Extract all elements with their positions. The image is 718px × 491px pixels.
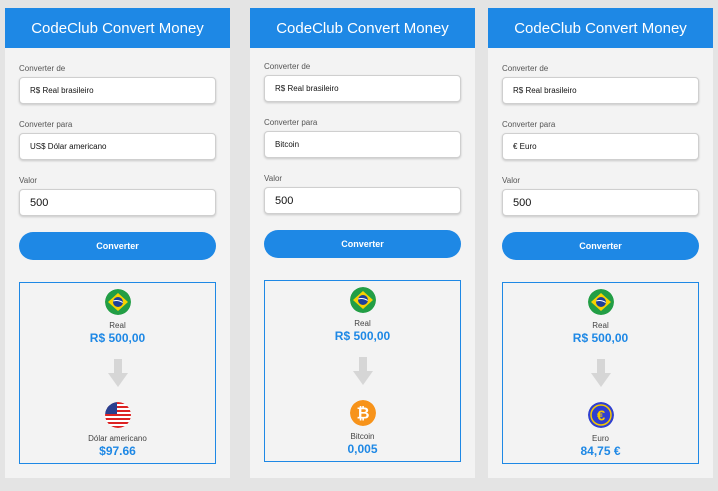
brazil-flag-icon	[587, 289, 614, 315]
convert-button[interactable]: Converter	[502, 232, 699, 260]
converter-panel-euro: CodeClub Convert Money Converter de R$ R…	[488, 8, 713, 478]
target-currency-name: Euro	[592, 434, 609, 443]
arrow-down-icon	[352, 357, 373, 390]
from-currency-select[interactable]: R$ Real brasileiro	[19, 77, 216, 104]
source-currency-name: Real	[592, 321, 609, 330]
target-currency-name: Dólar americano	[88, 434, 147, 443]
result-box: Real R$ 500,00 € Euro 84,75 €	[502, 282, 699, 464]
target-amount: 0,005	[347, 442, 378, 456]
to-currency-select[interactable]: Bitcoin	[264, 131, 461, 158]
svg-text:₿: ₿	[356, 405, 369, 423]
result-box: Real R$ 500,00 Dólar americano $97.66	[19, 282, 216, 464]
result-box: Real R$ 500,00 ₿ Bitcoin 0,005	[264, 280, 461, 462]
to-label: Converter para	[19, 120, 73, 129]
target-amount: $97.66	[99, 444, 136, 458]
app-title: CodeClub Convert Money	[488, 8, 713, 48]
source-currency-name: Real	[109, 321, 126, 330]
from-label: Converter de	[19, 64, 66, 73]
arrow-down-icon	[590, 359, 611, 392]
from-currency-select[interactable]: R$ Real brasileiro	[264, 75, 461, 102]
from-label: Converter de	[264, 62, 311, 71]
to-label: Converter para	[264, 118, 318, 127]
from-label: Converter de	[502, 64, 549, 73]
brazil-flag-icon	[104, 289, 131, 315]
amount-label: Valor	[19, 176, 38, 185]
amount-input[interactable]: 500	[502, 189, 699, 216]
source-amount: R$ 500,00	[334, 329, 391, 343]
amount-label: Valor	[502, 176, 521, 185]
amount-label: Valor	[264, 174, 283, 183]
amount-input[interactable]: 500	[264, 187, 461, 214]
target-currency-name: Bitcoin	[350, 432, 375, 441]
source-amount: R$ 500,00	[89, 331, 146, 345]
arrow-down-icon	[107, 359, 128, 392]
app-title: CodeClub Convert Money	[250, 8, 475, 48]
converter-panel-dollar: CodeClub Convert Money Converter de R$ R…	[5, 8, 230, 478]
convert-button[interactable]: Converter	[19, 232, 216, 260]
bitcoin-icon: ₿	[349, 400, 376, 426]
to-currency-select[interactable]: US$ Dólar americano	[19, 133, 216, 160]
brazil-flag-icon	[349, 287, 376, 313]
euro-icon: €	[587, 402, 614, 428]
app-title: CodeClub Convert Money	[5, 8, 230, 48]
converter-panel-bitcoin: CodeClub Convert Money Converter de R$ R…	[250, 8, 475, 478]
target-amount: 84,75 €	[580, 444, 621, 458]
amount-input[interactable]: 500	[19, 189, 216, 216]
usa-flag-icon	[104, 402, 131, 428]
convert-button[interactable]: Converter	[264, 230, 461, 258]
to-label: Converter para	[502, 120, 556, 129]
to-currency-select[interactable]: € Euro	[502, 133, 699, 160]
svg-text:€: €	[596, 408, 605, 425]
source-currency-name: Real	[354, 319, 371, 328]
source-amount: R$ 500,00	[572, 331, 629, 345]
from-currency-select[interactable]: R$ Real brasileiro	[502, 77, 699, 104]
